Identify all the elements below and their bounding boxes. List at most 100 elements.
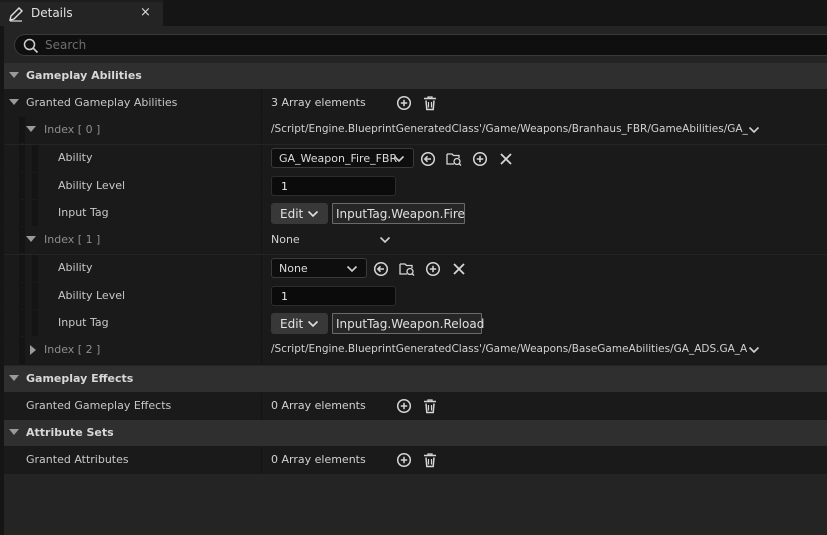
indent-guide bbox=[32, 173, 38, 199]
column-divider[interactable] bbox=[261, 337, 262, 364]
indent-guide bbox=[19, 200, 25, 226]
index-label: Index [ 0 ] bbox=[44, 123, 101, 136]
indent-guide bbox=[32, 255, 38, 282]
property-label: Ability bbox=[58, 261, 93, 274]
trash-icon[interactable] bbox=[422, 452, 438, 468]
index-value: None bbox=[271, 233, 300, 246]
search-icon bbox=[23, 38, 39, 54]
property-label: Granted Gameplay Effects bbox=[26, 399, 172, 412]
collapse-arrow-icon[interactable] bbox=[26, 126, 36, 132]
category-title: Gameplay Effects bbox=[26, 372, 134, 385]
index-value: /Script/Engine.BlueprintGeneratedClass'/… bbox=[271, 123, 748, 135]
ability-dropdown-value: GA_Weapon_Fire_FBR bbox=[279, 152, 398, 165]
add-icon[interactable] bbox=[472, 151, 488, 167]
indent-guide bbox=[32, 200, 38, 226]
column-divider[interactable] bbox=[261, 447, 262, 473]
array-count: 0 Array elements bbox=[271, 399, 366, 412]
input-tag-row: Input Tag Edit InputTag.Weapon.Reload bbox=[4, 310, 827, 337]
input-tag-row: Input Tag Edit InputTag.Weapon.Fire bbox=[4, 200, 827, 227]
category-gameplay-effects[interactable]: Gameplay Effects bbox=[4, 366, 827, 393]
array-count: 0 Array elements bbox=[271, 453, 366, 466]
clear-icon[interactable] bbox=[451, 261, 467, 277]
property-label: Granted Gameplay Abilities bbox=[26, 96, 178, 109]
chevron-down-icon bbox=[307, 210, 319, 218]
use-selected-icon[interactable] bbox=[420, 151, 436, 167]
gameplay-tag-chip[interactable]: InputTag.Weapon.Fire bbox=[332, 203, 465, 224]
collapse-arrow-icon[interactable] bbox=[26, 236, 36, 242]
indent-guide bbox=[32, 283, 38, 309]
add-element-icon[interactable] bbox=[396, 452, 412, 468]
category-title: Gameplay Abilities bbox=[26, 69, 142, 82]
clear-icon[interactable] bbox=[498, 151, 514, 167]
ability-level-value: 1 bbox=[281, 290, 288, 303]
collapse-arrow-icon[interactable] bbox=[9, 375, 19, 381]
granted-effects-row: Granted Gameplay Effects 0 Array element… bbox=[4, 393, 827, 420]
property-label: Ability bbox=[58, 151, 93, 164]
tag-value: InputTag.Weapon.Reload bbox=[336, 317, 485, 331]
ability-level-value: 1 bbox=[281, 180, 288, 193]
column-divider[interactable] bbox=[261, 255, 262, 282]
ability-dropdown[interactable]: None bbox=[271, 258, 367, 278]
collapse-arrow-icon[interactable] bbox=[9, 429, 19, 435]
ability-dropdown[interactable]: GA_Weapon_Fire_FBR bbox=[271, 148, 414, 168]
array-index-row: Index [ 0 ] /Script/Engine.BlueprintGene… bbox=[4, 117, 827, 144]
gameplay-tag-chip[interactable]: InputTag.Weapon.Reload bbox=[332, 313, 485, 334]
ability-level-field[interactable]: 1 bbox=[271, 176, 396, 196]
collapse-arrow-icon[interactable] bbox=[9, 99, 19, 105]
column-divider[interactable] bbox=[261, 283, 262, 309]
search-box[interactable] bbox=[14, 34, 827, 56]
trash-icon[interactable] bbox=[422, 398, 438, 414]
index-label: Index [ 1 ] bbox=[44, 233, 101, 246]
granted-attributes-row: Granted Attributes 0 Array elements bbox=[4, 447, 827, 474]
use-selected-icon[interactable] bbox=[373, 261, 389, 277]
column-divider[interactable] bbox=[261, 227, 262, 253]
chevron-down-icon bbox=[307, 320, 319, 328]
indent-guide bbox=[32, 310, 38, 336]
index-value: /Script/Engine.BlueprintGeneratedClass'/… bbox=[271, 343, 748, 355]
column-divider[interactable] bbox=[261, 173, 262, 199]
edit-label: Edit bbox=[280, 317, 304, 331]
add-element-icon[interactable] bbox=[396, 95, 412, 111]
column-divider[interactable] bbox=[261, 117, 262, 143]
chevron-down-icon[interactable] bbox=[379, 235, 391, 245]
indent-guide bbox=[19, 255, 25, 282]
tab-details[interactable]: Details × bbox=[0, 0, 163, 26]
column-divider[interactable] bbox=[261, 90, 262, 116]
property-label: Granted Attributes bbox=[26, 453, 129, 466]
property-label: Ability Level bbox=[58, 179, 126, 192]
browse-folder-icon[interactable] bbox=[399, 261, 415, 277]
ability-row: Ability GA_Weapon_Fire_FBR bbox=[4, 145, 827, 173]
chevron-down-icon[interactable] bbox=[748, 345, 760, 355]
category-attribute-sets[interactable]: Attribute Sets bbox=[4, 420, 827, 447]
indent-guide bbox=[19, 227, 25, 253]
ability-level-field[interactable]: 1 bbox=[271, 286, 396, 306]
ability-dropdown-value: None bbox=[279, 262, 308, 275]
close-icon[interactable]: × bbox=[140, 6, 151, 20]
chevron-down-icon bbox=[346, 265, 358, 273]
indent-guide bbox=[19, 145, 25, 172]
indent-guide bbox=[19, 310, 25, 336]
chevron-down-icon[interactable] bbox=[748, 125, 760, 135]
indent-guide bbox=[32, 145, 38, 172]
ability-level-row: Ability Level 1 bbox=[4, 283, 827, 310]
browse-folder-icon[interactable] bbox=[446, 151, 462, 167]
column-divider[interactable] bbox=[261, 145, 262, 172]
edit-tag-button[interactable]: Edit bbox=[271, 313, 328, 334]
collapse-arrow-icon[interactable] bbox=[9, 72, 19, 78]
expand-arrow-icon[interactable] bbox=[30, 345, 36, 355]
column-divider[interactable] bbox=[261, 393, 262, 419]
add-element-icon[interactable] bbox=[396, 398, 412, 414]
category-gameplay-abilities[interactable]: Gameplay Abilities bbox=[4, 63, 827, 90]
edit-tag-button[interactable]: Edit bbox=[271, 203, 328, 224]
column-divider[interactable] bbox=[261, 310, 262, 336]
array-index-row: Index [ 1 ] None bbox=[4, 227, 827, 254]
edit-pencil-icon bbox=[9, 7, 23, 22]
search-input[interactable] bbox=[45, 37, 745, 53]
trash-icon[interactable] bbox=[422, 95, 438, 111]
tab-bar: Details × bbox=[0, 0, 827, 26]
indent-guide bbox=[19, 283, 25, 309]
add-icon[interactable] bbox=[425, 261, 441, 277]
category-title: Attribute Sets bbox=[26, 426, 114, 439]
column-divider[interactable] bbox=[261, 200, 262, 226]
indent-guide bbox=[19, 117, 25, 143]
